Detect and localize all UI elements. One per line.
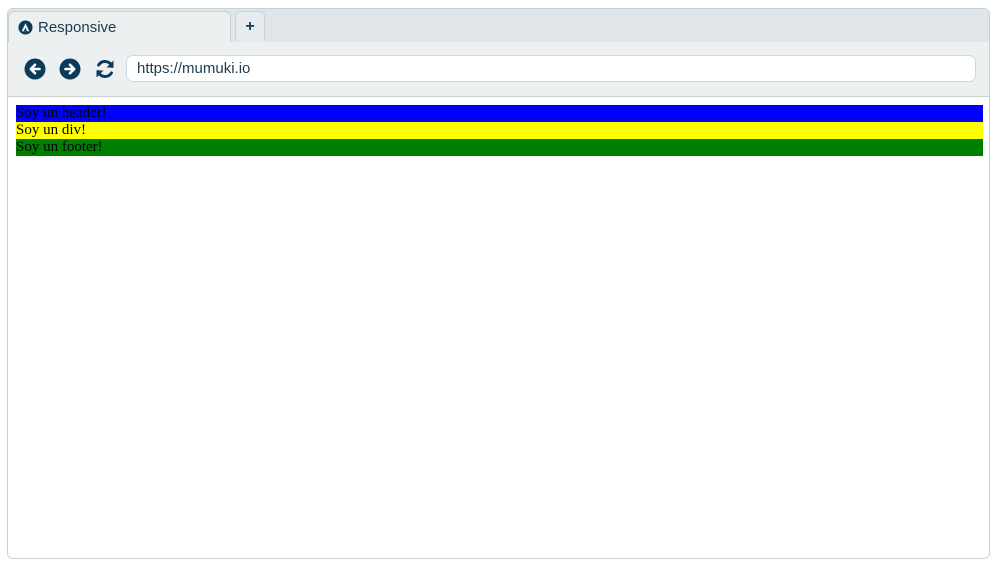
div-block: Soy un div! [16, 122, 983, 139]
tab-responsive[interactable]: Responsive [8, 11, 231, 43]
arrow-left-circle-icon[interactable] [24, 58, 46, 80]
refresh-icon[interactable] [94, 58, 116, 80]
footer-block: Soy un footer! [16, 139, 983, 156]
page-viewport: Soy un header! Soy un div! Soy un footer… [8, 97, 989, 558]
new-tab-button[interactable]: + [235, 11, 265, 41]
address-bar[interactable] [126, 55, 976, 82]
mumuki-logo-icon [18, 20, 33, 35]
browser-window: Responsive + Soy un header! Soy un div! … [7, 8, 990, 559]
tab-title: Responsive [38, 19, 117, 36]
arrow-right-circle-icon[interactable] [59, 58, 81, 80]
tab-bar: Responsive + [8, 9, 989, 43]
toolbar [8, 42, 989, 97]
header-block: Soy un header! [16, 105, 983, 122]
